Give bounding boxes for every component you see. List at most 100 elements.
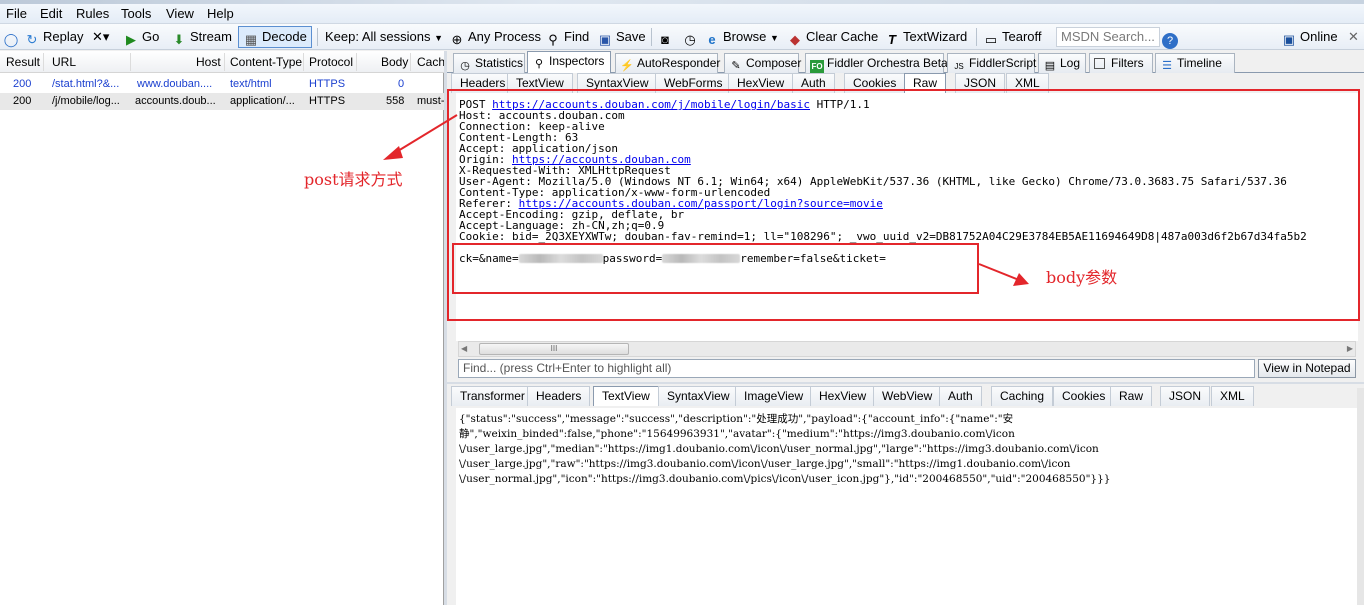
menu-view[interactable]: View (166, 6, 194, 21)
column-content-type[interactable]: Content-Type (230, 55, 302, 69)
decode-label: Decode (262, 29, 307, 44)
timeline-icon: ☰ (1162, 60, 1172, 72)
session-row-selected[interactable]: 200 /j/mobile/log... accounts.doub... ap… (0, 93, 444, 110)
replay-button[interactable]: ↻ Replay (24, 28, 84, 47)
resp-tab-hexview[interactable]: HexView (810, 386, 876, 406)
column-url[interactable]: URL (52, 55, 76, 69)
column-protocol[interactable]: Protocol (309, 55, 353, 69)
body-arrow-icon (978, 263, 1029, 286)
raw-request-view[interactable]: POST https://accounts.douban.com/j/mobil… (456, 93, 1358, 341)
req-tab-json[interactable]: JSON (955, 73, 1006, 93)
tab-statistics[interactable]: ◷ Statistics (453, 53, 525, 73)
req-tab-auth[interactable]: Auth (792, 73, 835, 93)
toolbar: ◯ ↻ Replay ✕▾ ▶ Go ⬇ Stream ▦ Decode Keep: A… (0, 24, 1364, 50)
resp-tab-raw[interactable]: Raw (1110, 386, 1153, 406)
replay-label: Replay (43, 29, 84, 44)
req-tab-cookies[interactable]: Cookies (844, 73, 906, 93)
comment-button[interactable]: ◯ (3, 28, 22, 47)
request-tabs: Headers TextView SyntaxView WebForms Hex… (451, 73, 1364, 93)
cell-body: 558 (386, 95, 405, 107)
session-row[interactable]: 200 /stat.html?&... www.douban.... text/… (0, 76, 444, 93)
request-body: ck=&name= password= remember=false&ticket= (459, 253, 886, 264)
find-button[interactable]: ⚲ Find (545, 28, 589, 47)
req-tab-textview[interactable]: TextView (507, 73, 573, 93)
online-button[interactable]: ▣ Online (1281, 28, 1338, 47)
tab-composer[interactable]: ✎ Composer (724, 53, 801, 73)
resp-tab-transformer[interactable]: Transformer (451, 386, 534, 406)
req-tab-raw[interactable]: Raw (904, 73, 947, 93)
save-button[interactable]: ▣ Save (597, 28, 646, 47)
resp-tab-xml[interactable]: XML (1211, 386, 1254, 406)
tab-autoresponder[interactable]: ⚡ AutoResponder (615, 53, 720, 73)
tab-log[interactable]: ▤ Log (1038, 53, 1086, 73)
menu-tools[interactable]: Tools (121, 6, 151, 21)
tab-filters[interactable]: Filters (1089, 53, 1153, 73)
response-text-view[interactable]: {"status":"success","message":"success",… (456, 408, 1358, 605)
remove-button[interactable]: ✕▾ (92, 28, 109, 46)
cell-protocol: HTTPS (309, 95, 346, 107)
cell-content-type: application/... (230, 95, 295, 107)
view-in-notepad-button[interactable]: View in Notepad (1258, 359, 1356, 378)
request-horizontal-scrollbar[interactable]: ◀ III ▶ (458, 341, 1356, 357)
scroll-left-icon[interactable]: ◀ (461, 344, 467, 353)
tearoff-label: Tearoff (1002, 29, 1042, 44)
scroll-right-icon[interactable]: ▶ (1347, 344, 1353, 353)
clear-cache-button[interactable]: ◆ Clear Cache (787, 28, 878, 47)
resp-tab-auth[interactable]: Auth (939, 386, 982, 406)
pane-divider[interactable] (447, 382, 1364, 384)
screenshot-button[interactable]: ◙ (657, 28, 676, 47)
response-vertical-scrollbar[interactable] (1357, 388, 1364, 605)
response-tabs: Transformer Headers TextView SyntaxView … (451, 386, 1364, 406)
checkbox-icon (1094, 58, 1105, 69)
menu-rules[interactable]: Rules (76, 6, 109, 21)
req-tab-syntaxview[interactable]: SyntaxView (577, 73, 658, 93)
resp-tab-caching[interactable]: Caching (991, 386, 1054, 406)
go-button[interactable]: ▶ Go (123, 28, 160, 47)
stream-button[interactable]: ⬇ Stream (171, 28, 232, 47)
tab-inspectors[interactable]: ⚲ Inspectors (527, 51, 611, 73)
resp-tab-json[interactable]: JSON (1160, 386, 1211, 406)
any-process-button[interactable]: ⊕ Any Process (449, 28, 541, 47)
composer-icon: ✎ (731, 60, 741, 72)
req-tab-xml[interactable]: XML (1006, 73, 1049, 93)
cell-url: /stat.html?&... (52, 78, 120, 90)
resp-tab-headers[interactable]: Headers (527, 386, 591, 406)
resp-tab-cookies[interactable]: Cookies (1053, 386, 1115, 406)
browse-button[interactable]: e Browse ▼ (704, 28, 779, 47)
lightning-icon: ⚡ (620, 60, 634, 72)
toolbar-separator (651, 28, 652, 46)
go-label: Go (142, 29, 160, 44)
req-tab-hexview[interactable]: HexView (728, 73, 794, 93)
req-tab-webforms[interactable]: WebForms (655, 73, 732, 93)
tearoff-button[interactable]: ▭ Tearoff (983, 28, 1042, 47)
resp-tab-webview[interactable]: WebView (873, 386, 942, 406)
scroll-thumb[interactable]: III (479, 343, 629, 355)
column-body[interactable]: Body (381, 55, 408, 69)
resp-tab-textview[interactable]: TextView (593, 386, 659, 406)
menu-help[interactable]: Help (207, 6, 234, 21)
column-result[interactable]: Result (6, 55, 40, 69)
toolbar-separator (317, 28, 318, 46)
redacted-name (518, 254, 603, 263)
column-host[interactable]: Host (196, 55, 221, 69)
help-button[interactable]: ? (1162, 28, 1181, 49)
annotation-post-method: post请求方式 (304, 170, 403, 189)
menu-file[interactable]: File (6, 6, 27, 21)
close-toolbar-button[interactable]: ✕ (1348, 28, 1359, 46)
resp-tab-imageview[interactable]: ImageView (735, 386, 813, 406)
fo-icon: FO (810, 60, 824, 74)
req-tab-headers[interactable]: Headers (451, 73, 515, 93)
menu-edit[interactable]: Edit (40, 6, 62, 21)
timer-button[interactable]: ◷ (682, 28, 701, 47)
textwizard-button[interactable]: T TextWizard (884, 28, 967, 47)
tab-fiddler-orchestra[interactable]: FO Fiddler Orchestra Beta (805, 53, 948, 74)
title-strip (0, 0, 1364, 4)
decode-button[interactable]: ▦ Decode (238, 26, 312, 48)
tab-fiddlerscript[interactable]: JS FiddlerScript (947, 53, 1036, 73)
keep-sessions-dropdown[interactable]: Keep: All sessions ▼ (325, 28, 443, 46)
response-line: 静","weixin_binded":false,"phone":"156499… (459, 428, 1015, 440)
find-input[interactable]: Find... (press Ctrl+Enter to highlight a… (458, 359, 1255, 378)
resp-tab-syntaxview[interactable]: SyntaxView (658, 386, 739, 406)
msdn-search-input[interactable]: MSDN Search... (1056, 27, 1160, 47)
tab-timeline[interactable]: ☰ Timeline (1155, 53, 1235, 73)
